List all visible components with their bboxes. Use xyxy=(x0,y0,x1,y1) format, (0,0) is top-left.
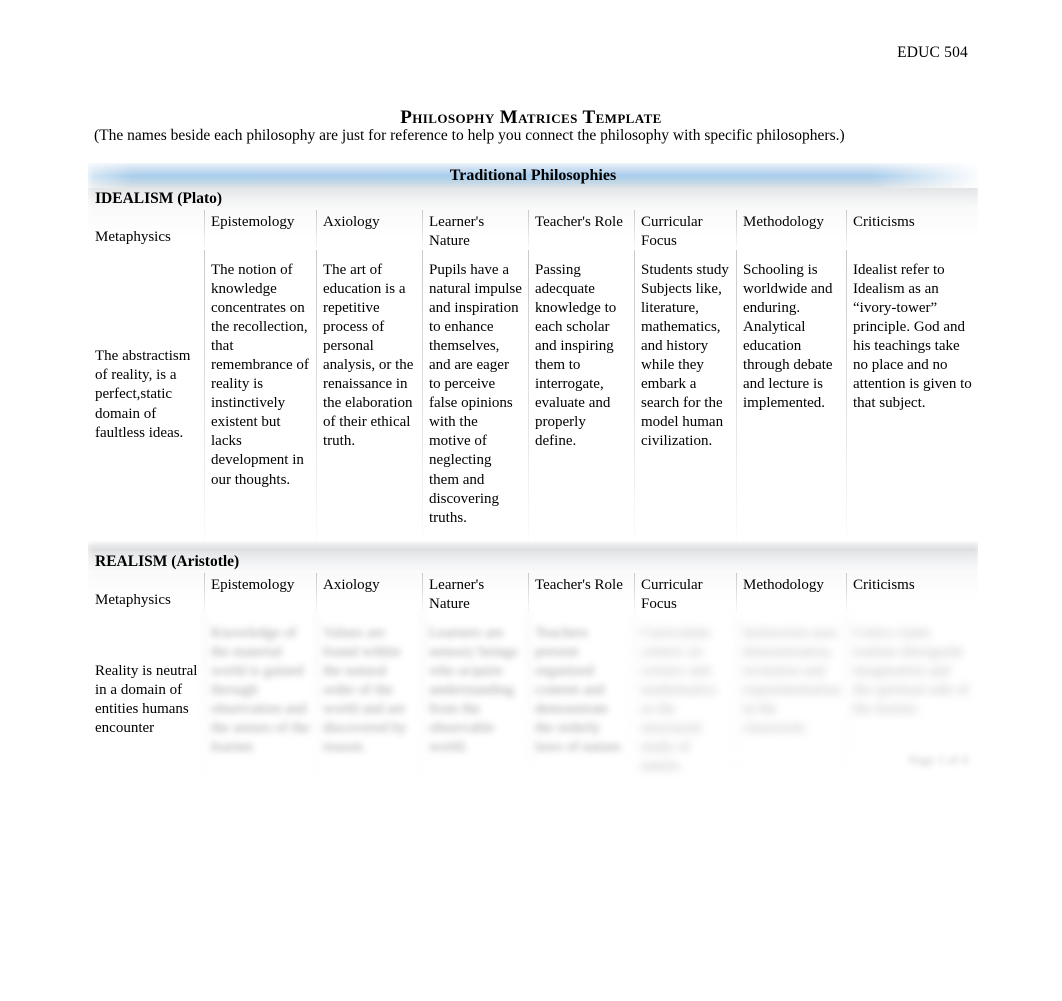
column-header-teachers-role: Teacher's Role xyxy=(528,210,634,250)
cell-idealism-axiology: The art of education is a repetitive pro… xyxy=(316,250,422,540)
column-header-axiology: Axiology xyxy=(316,210,422,250)
column-header-criticisms: Criticisms xyxy=(846,210,978,250)
column-header-criticisms: Criticisms xyxy=(846,573,978,613)
section-divider xyxy=(88,540,978,551)
section-label-realism: REALISM (Aristotle) xyxy=(88,551,978,573)
cell-idealism-learners-nature: Pupils have a natural impulse and inspir… xyxy=(422,250,528,540)
column-header-methodology: Methodology xyxy=(736,573,846,613)
column-header-epistemology: Epistemology xyxy=(204,210,316,250)
column-header-epistemology: Epistemology xyxy=(204,573,316,613)
matrix-section-idealism: IDEALISM (Plato) Metaphysics Epistemolog… xyxy=(88,188,978,540)
course-code-header: EDUC 504 xyxy=(897,44,968,61)
section-label-idealism: IDEALISM (Plato) xyxy=(88,188,978,210)
column-header-metaphysics: Metaphysics xyxy=(88,573,204,613)
cell-idealism-curricular-focus: Students study Subjects like, literature… xyxy=(634,250,736,540)
table-row: The abstractism of reality, is a perfect… xyxy=(88,250,978,540)
column-header-axiology: Axiology xyxy=(316,573,422,613)
cell-idealism-teachers-role: Passing adecquate knowledge to each scho… xyxy=(528,250,634,540)
cell-idealism-methodology: Schooling is worldwide and enduring. Ana… xyxy=(736,250,846,540)
column-header-curricular-focus: Curricular Focus xyxy=(634,210,736,250)
column-header-row-realism: Metaphysics Epistemology Axiology Learne… xyxy=(88,573,978,613)
matrix-banner: Traditional Philosophies xyxy=(88,163,978,188)
column-header-learners-nature: Learner's Nature xyxy=(422,210,528,250)
cell-idealism-metaphysics: The abstractism of reality, is a perfect… xyxy=(95,348,191,441)
page-number-footer: Page 1 of 4 xyxy=(909,752,968,767)
column-header-metaphysics: Metaphysics xyxy=(88,210,204,250)
philosophy-matrix-table: Traditional Philosophies IDEALISM (Plato… xyxy=(78,163,990,813)
column-header-teachers-role: Teacher's Role xyxy=(528,573,634,613)
column-header-row-idealism: Metaphysics Epistemology Axiology Learne… xyxy=(88,210,978,250)
cell-idealism-criticisms: Idealist refer to Idealism as an “ivory-… xyxy=(846,250,978,540)
page-subtitle: (The names beside each philosophy are ju… xyxy=(94,127,845,144)
column-header-curricular-focus: Curricular Focus xyxy=(634,573,736,613)
cell-idealism-epistemology: The notion of knowledge concentrates on … xyxy=(204,250,316,540)
column-header-learners-nature: Learner's Nature xyxy=(422,573,528,613)
column-header-methodology: Methodology xyxy=(736,210,846,250)
